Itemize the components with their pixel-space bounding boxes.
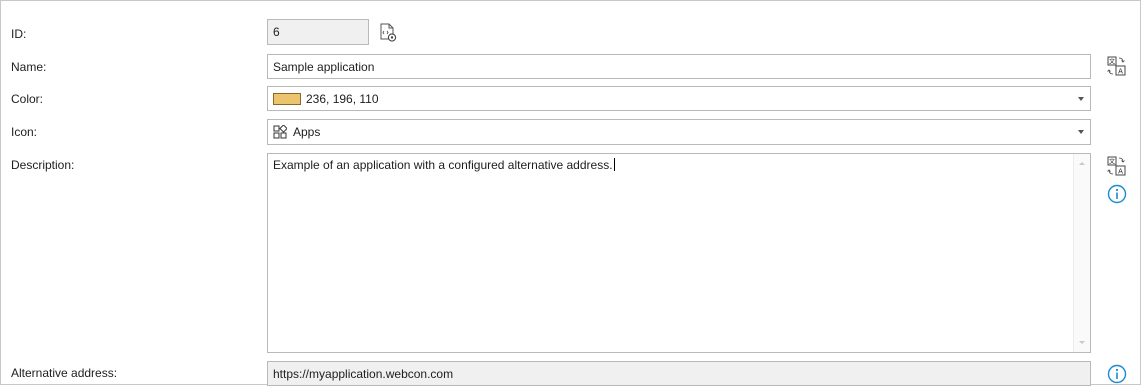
id-field: 6 <box>267 19 369 45</box>
text-caret <box>613 158 615 171</box>
apps-icon <box>273 125 287 139</box>
description-label: Description: <box>11 158 75 172</box>
color-value: 236, 196, 110 <box>306 91 379 106</box>
chevron-down-icon[interactable] <box>1078 97 1084 101</box>
icon-label: Icon: <box>11 125 38 139</box>
svg-text:文: 文 <box>1109 158 1115 166</box>
svg-text:A: A <box>1118 168 1123 176</box>
color-label: Color: <box>11 92 44 106</box>
alternative-address-field: https://myapplication.webcon.com <box>267 361 1091 386</box>
alternative-address-value: https://myapplication.webcon.com <box>273 366 454 381</box>
id-value: 6 <box>273 25 280 39</box>
translate-icon[interactable]: 文 A <box>1107 156 1127 179</box>
color-swatch <box>273 92 301 105</box>
name-value: Sample application <box>273 59 375 74</box>
name-label: Name: <box>11 60 47 74</box>
vertical-scrollbar[interactable] <box>1073 154 1090 352</box>
icon-dropdown[interactable]: Apps <box>267 119 1091 145</box>
name-field[interactable]: Sample application <box>267 54 1091 79</box>
translate-icon[interactable]: 文 A <box>1107 56 1127 79</box>
properties-form: ID: 6 Name: Sample application 文 A Color… <box>0 0 1141 387</box>
scroll-up-icon[interactable] <box>1079 162 1085 165</box>
document-settings-icon[interactable] <box>377 22 399 47</box>
info-icon[interactable] <box>1107 364 1127 387</box>
alternative-address-label: Alternative address: <box>11 366 118 380</box>
color-dropdown[interactable]: 236, 196, 110 <box>267 86 1091 111</box>
scroll-down-icon[interactable] <box>1079 341 1085 344</box>
svg-text:文: 文 <box>1109 58 1115 66</box>
id-label: ID: <box>11 27 27 41</box>
info-icon[interactable] <box>1107 184 1127 207</box>
icon-value: Apps <box>293 125 321 139</box>
description-value: Example of an application with a configu… <box>273 158 613 172</box>
svg-text:A: A <box>1118 68 1123 76</box>
description-textarea[interactable]: Example of an application with a configu… <box>267 153 1091 353</box>
chevron-down-icon[interactable] <box>1078 130 1084 134</box>
